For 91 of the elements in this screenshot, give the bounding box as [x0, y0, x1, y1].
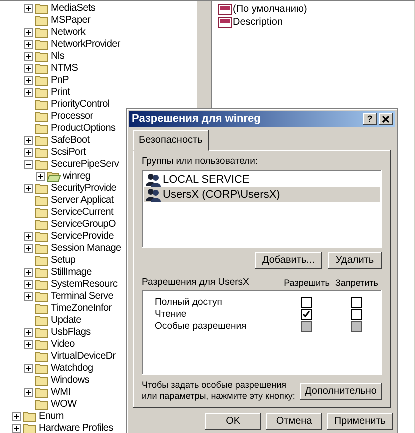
group-item[interactable]: UsersX (CORP\UsersX) — [144, 187, 380, 202]
expand-icon[interactable] — [24, 244, 33, 252]
dialog-button[interactable]: Отмена — [266, 413, 322, 430]
tree-item[interactable]: UsbFlags — [51, 326, 91, 338]
permissions-label: Разрешения для UsersX — [142, 277, 250, 288]
expand-icon[interactable] — [24, 136, 33, 144]
expand-icon[interactable] — [24, 4, 33, 12]
tree-item[interactable]: SystemResourc — [51, 278, 118, 290]
tree-item[interactable]: StillImage — [51, 266, 92, 278]
tree-item[interactable]: SecurePipeServ — [51, 158, 120, 170]
tree-item[interactable]: Nls — [51, 50, 65, 62]
expand-icon[interactable] — [36, 172, 45, 180]
dialog-button[interactable]: Удалить — [328, 252, 382, 269]
tree-item[interactable]: NetworkProvider — [51, 38, 120, 50]
expand-icon[interactable] — [24, 64, 33, 72]
tree-item[interactable]: Setup — [51, 254, 76, 266]
checkbox[interactable] — [300, 296, 312, 308]
tree-item[interactable]: Watchdog — [51, 362, 94, 374]
tree-item[interactable]: Windows — [51, 374, 90, 386]
permission-name: Полный доступ — [155, 296, 224, 308]
checkbox[interactable] — [300, 308, 312, 320]
users-icon — [146, 188, 161, 202]
collapse-icon[interactable] — [24, 160, 33, 168]
tree-item[interactable]: Server Applicat — [51, 194, 114, 206]
tree-item[interactable]: ScsiPort — [51, 146, 86, 158]
tree-item[interactable]: Video — [51, 338, 75, 350]
advanced-hint: Чтобы задать особые разрешения или параметры, нажмите эту кнопку: — [142, 380, 296, 402]
tree-item[interactable]: Network — [51, 26, 86, 38]
dialog-button[interactable]: OK — [205, 413, 262, 430]
tab[interactable]: Безопасность — [133, 130, 209, 151]
expand-icon[interactable] — [24, 232, 33, 240]
tree-item[interactable]: Enum — [39, 410, 64, 422]
tree-item[interactable]: TimeZoneInfor — [51, 302, 112, 314]
permission-name: Чтение — [155, 308, 188, 320]
help-button[interactable]: ? — [363, 113, 377, 125]
tree-item[interactable]: winreg — [63, 170, 91, 182]
close-button[interactable] — [379, 113, 393, 125]
group-item[interactable]: LOCAL SERVICE — [144, 172, 380, 187]
column-header: Разрешить — [283, 278, 331, 288]
expand-icon[interactable] — [24, 52, 33, 60]
dialog-button[interactable]: Применить — [327, 413, 393, 430]
value-name[interactable]: (По умолчанию) — [233, 4, 308, 15]
close-icon — [382, 116, 390, 122]
expand-icon[interactable] — [24, 76, 33, 84]
string-value-icon — [218, 4, 232, 15]
tree-item[interactable]: ServiceCurrent — [51, 206, 114, 218]
expand-icon[interactable] — [24, 364, 33, 372]
expand-icon[interactable] — [24, 268, 33, 276]
expand-icon[interactable] — [24, 148, 33, 156]
expand-icon[interactable] — [24, 280, 33, 288]
expand-icon[interactable] — [24, 388, 33, 396]
groups-label: Группы или пользователи: — [142, 156, 260, 167]
tree-item[interactable]: PnP — [51, 74, 70, 86]
expand-icon[interactable] — [24, 328, 33, 336]
tree-item[interactable]: ServiceProvide — [51, 230, 114, 242]
expand-icon[interactable] — [24, 340, 33, 348]
column-header: Запретить — [334, 278, 380, 288]
tree-item[interactable]: ProductOptions — [51, 122, 116, 134]
tree-item[interactable]: Session Manage — [51, 242, 122, 254]
expand-icon[interactable] — [24, 292, 33, 300]
tree-item[interactable]: SecurityProvide — [51, 182, 117, 194]
users-icon — [146, 172, 161, 186]
tree-item[interactable]: PriorityControl — [51, 98, 110, 110]
expand-icon[interactable] — [24, 184, 33, 192]
tree-item[interactable]: MSPaper — [51, 14, 91, 26]
permission-name: Особые разрешения — [155, 320, 248, 332]
tree-item[interactable]: Print — [51, 86, 70, 98]
tree-item[interactable]: Hardware Profiles — [39, 422, 114, 433]
tree-item[interactable]: ServiceGroupO — [51, 218, 116, 230]
tree-item[interactable]: WOW — [51, 398, 77, 410]
dialog-button[interactable]: Добавить... — [255, 252, 322, 269]
check-icon — [302, 310, 310, 318]
expand-icon[interactable] — [24, 88, 33, 96]
checkbox[interactable] — [350, 296, 362, 308]
string-value-icon — [218, 17, 232, 28]
window-title: Разрешения для winreg — [132, 113, 262, 125]
tree-item[interactable]: WMI — [51, 386, 71, 398]
tree-item[interactable]: Update — [51, 314, 82, 326]
checkbox[interactable] — [350, 308, 362, 320]
tree-item[interactable]: Terminal Serve — [51, 290, 114, 302]
tree-item[interactable]: NTMS — [51, 62, 78, 74]
expand-icon[interactable] — [24, 40, 33, 48]
advanced-button[interactable]: Дополнительно — [300, 382, 382, 400]
expand-icon[interactable] — [24, 28, 33, 36]
tree-item[interactable]: Processor — [51, 110, 94, 122]
tree-item[interactable]: SafeBoot — [51, 134, 90, 146]
expand-icon[interactable] — [12, 424, 21, 432]
value-name[interactable]: Description — [233, 17, 284, 28]
expand-icon[interactable] — [12, 412, 21, 420]
tree-item[interactable]: VirtualDeviceDr — [51, 350, 116, 362]
tree-item[interactable]: MediaSets — [51, 2, 96, 14]
